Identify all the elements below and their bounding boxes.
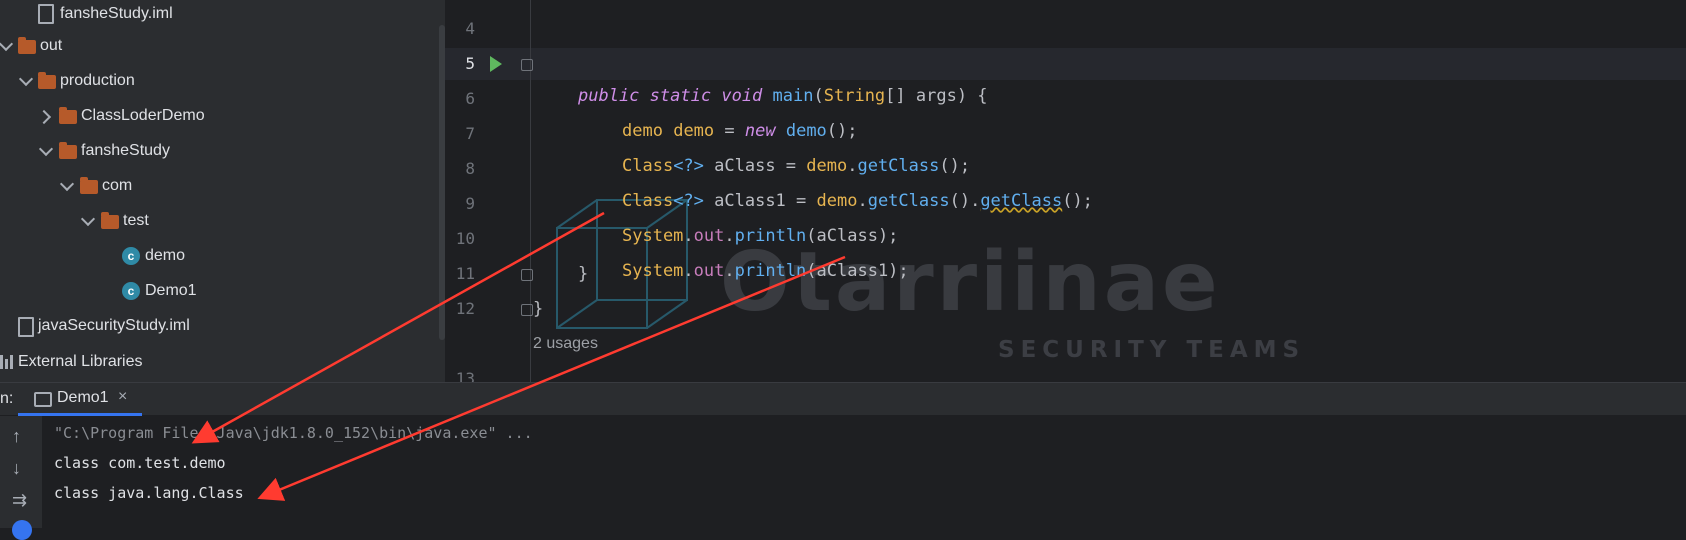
fold-icon[interactable] bbox=[521, 59, 533, 71]
line-number: 12 bbox=[455, 299, 475, 318]
file-icon bbox=[38, 4, 54, 24]
line-number: 9 bbox=[465, 194, 475, 213]
run-tab-bar bbox=[0, 383, 1686, 415]
tree-item-label: fansheStudy.iml bbox=[60, 5, 173, 22]
run-icon[interactable] bbox=[490, 56, 502, 72]
code-line-10[interactable]: System.out.println(aClass1); bbox=[622, 223, 909, 281]
tree-item-label: com bbox=[102, 177, 133, 194]
console-icon bbox=[34, 392, 52, 407]
file-icon bbox=[18, 317, 34, 337]
code-line-11[interactable]: } bbox=[578, 258, 588, 290]
class-icon: c bbox=[122, 247, 140, 265]
soft-wrap-icon[interactable]: ⇉ bbox=[12, 490, 27, 511]
fold-icon[interactable] bbox=[521, 269, 533, 281]
line-number: 5 bbox=[465, 54, 475, 73]
run-tab-label: Demo1 bbox=[57, 389, 109, 406]
line-number: 4 bbox=[465, 19, 475, 38]
line-number: 11 bbox=[455, 264, 475, 283]
fold-icon[interactable] bbox=[521, 304, 533, 316]
line-number: 6 bbox=[465, 89, 475, 108]
arrow-down-icon[interactable]: ↓ bbox=[12, 458, 21, 479]
code-line-12[interactable]: } bbox=[533, 293, 543, 325]
folder-icon bbox=[59, 107, 77, 124]
watermark-subtitle: SECURITY TEAMS bbox=[998, 337, 1306, 363]
tree-item-label: fansheStudy bbox=[81, 142, 170, 159]
code-line-6[interactable]: demo demo = new demo(); bbox=[622, 83, 858, 141]
tree-item-label: production bbox=[60, 72, 135, 89]
tree-item-label: out bbox=[40, 37, 63, 54]
tree-item-label: javaSecurityStudy.iml bbox=[38, 317, 190, 334]
close-icon[interactable]: × bbox=[118, 388, 127, 406]
code-line-5[interactable]: public static void main(String[] args) { bbox=[578, 48, 988, 106]
runnable-class-icon: c bbox=[122, 282, 140, 300]
line-number: 7 bbox=[465, 124, 475, 143]
console-line: class com.test.demo bbox=[54, 454, 226, 472]
line-number: 10 bbox=[455, 229, 475, 248]
library-icon bbox=[0, 355, 14, 369]
line-number: 8 bbox=[465, 159, 475, 178]
folder-icon bbox=[38, 72, 56, 89]
code-line-8[interactable]: Class<?> aClass1 = demo.getClass().getCl… bbox=[622, 153, 1093, 211]
code-line-7[interactable]: Class<?> aClass = demo.getClass(); bbox=[622, 118, 970, 176]
tree-item-label: test bbox=[123, 212, 149, 229]
arrow-up-icon[interactable]: ↑ bbox=[12, 426, 21, 447]
run-toolbar bbox=[0, 416, 42, 528]
tree-item-label: Demo1 bbox=[145, 282, 197, 299]
console-line: "C:\Program Files\Java\jdk1.8.0_152\bin\… bbox=[54, 424, 533, 442]
tree-item-label: demo bbox=[145, 247, 186, 264]
folder-icon bbox=[80, 177, 98, 194]
folder-icon bbox=[101, 212, 119, 229]
run-label: n: bbox=[0, 390, 14, 407]
info-icon[interactable] bbox=[12, 520, 32, 540]
console-line: class java.lang.Class bbox=[54, 484, 244, 502]
tree-item-label: External Libraries bbox=[18, 353, 143, 370]
usages-hint[interactable]: 2 usages bbox=[533, 335, 598, 353]
tree-item-label: ClassLoderDemo bbox=[81, 107, 205, 124]
folder-icon bbox=[18, 37, 36, 54]
code-line-9[interactable]: System.out.println(aClass); bbox=[622, 188, 898, 246]
folder-icon bbox=[59, 142, 77, 159]
